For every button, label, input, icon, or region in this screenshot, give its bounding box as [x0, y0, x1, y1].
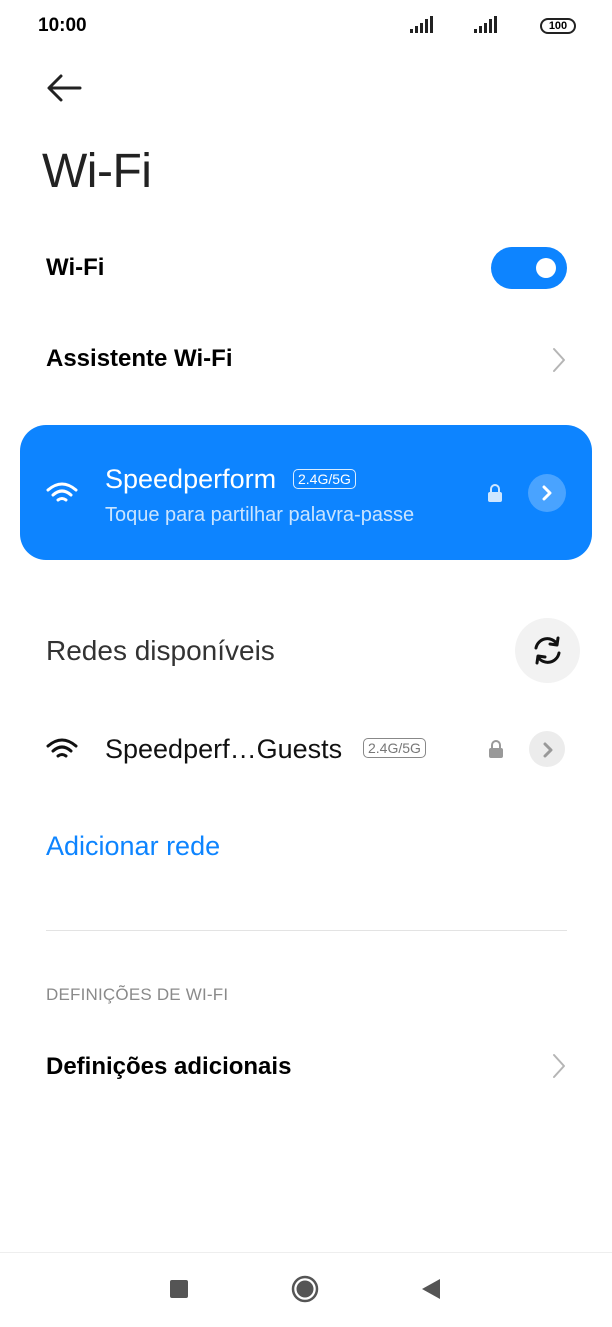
- back-icon[interactable]: [421, 1278, 441, 1300]
- signal-icon: [474, 16, 497, 33]
- lock-icon: [488, 484, 502, 502]
- additional-settings-row[interactable]: Definições adicionais: [0, 1038, 612, 1098]
- home-icon[interactable]: [291, 1275, 319, 1303]
- refresh-button[interactable]: [515, 618, 580, 683]
- network-list-item[interactable]: Speedperf…Guests 2.4G/5G: [0, 716, 612, 782]
- network-name: Speedperf…Guests: [105, 734, 343, 764]
- available-networks-heading: Redes disponíveis: [46, 635, 275, 666]
- chevron-right-icon: [543, 742, 553, 758]
- navigation-bar: [0, 1252, 612, 1327]
- refresh-icon: [534, 636, 561, 665]
- divider: [46, 930, 567, 931]
- wifi-icon: [46, 738, 78, 758]
- assistant-label: Assistente Wi-Fi: [46, 345, 233, 372]
- lock-icon: [489, 740, 503, 758]
- wifi-settings-caption: DEFINIÇÕES DE WI-FI: [46, 985, 229, 1004]
- band-badge: 2.4G/5G: [363, 738, 426, 758]
- wifi-label: Wi-Fi: [46, 254, 105, 281]
- chevron-right-icon: [553, 348, 565, 372]
- recent-apps-icon[interactable]: [170, 1280, 188, 1298]
- connected-network-card[interactable]: Speedperform 2.4G/5G Toque para partilha…: [20, 425, 592, 560]
- network-details-button[interactable]: [528, 474, 566, 512]
- additional-settings-label: Definições adicionais: [46, 1053, 292, 1080]
- signal-icon: [410, 16, 433, 33]
- battery-icon: 100: [540, 18, 576, 34]
- status-time: 10:00: [38, 15, 87, 36]
- wifi-icon: [46, 482, 78, 502]
- page-title: Wi-Fi: [42, 145, 152, 198]
- network-details-button[interactable]: [529, 731, 565, 767]
- chevron-right-icon: [542, 485, 552, 501]
- chevron-right-icon: [553, 1054, 565, 1078]
- band-badge: 2.4G/5G: [293, 469, 356, 489]
- wifi-toggle[interactable]: [491, 247, 567, 289]
- arrow-left-icon[interactable]: [44, 70, 84, 106]
- connected-network-name: Speedperform: [105, 464, 277, 494]
- add-network-link[interactable]: Adicionar rede: [46, 829, 220, 863]
- share-password-hint: Toque para partilhar palavra-passe: [105, 504, 415, 526]
- toggle-knob: [536, 258, 556, 278]
- assistant-row[interactable]: Assistente Wi-Fi: [0, 330, 612, 390]
